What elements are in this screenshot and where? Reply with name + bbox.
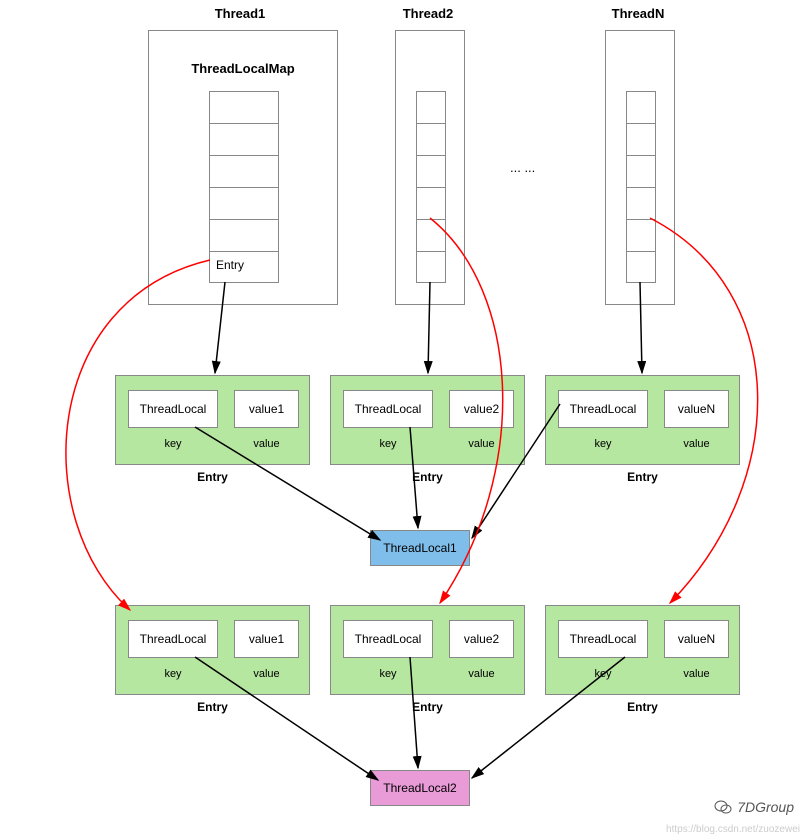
thread2-table xyxy=(416,91,446,283)
table-row-entry: Entry xyxy=(210,252,278,284)
value-box: value1 xyxy=(234,390,299,428)
table-row xyxy=(627,156,655,188)
entry-title-r1-2: Entry xyxy=(330,470,525,484)
value-sublabel: value xyxy=(234,438,299,450)
entry-box-r1-1: ThreadLocal value1 key value xyxy=(115,375,310,465)
threadlocal1-box: ThreadLocal1 xyxy=(370,530,470,566)
value-box: value2 xyxy=(449,620,514,658)
table-row xyxy=(210,188,278,220)
entry-title-r1-1: Entry xyxy=(115,470,310,484)
threadlocal-key-box: ThreadLocal xyxy=(128,620,218,658)
thread1-title: Thread1 xyxy=(200,6,280,21)
signature-text: 7DGroup xyxy=(737,799,794,815)
entry-box-r2-2: ThreadLocal value2 key value xyxy=(330,605,525,695)
table-row xyxy=(627,92,655,124)
wechat-icon xyxy=(713,797,733,817)
thread1-table: Entry xyxy=(209,91,279,283)
value-box: value2 xyxy=(449,390,514,428)
ellipsis: ... ... xyxy=(510,160,535,175)
threadn-table xyxy=(626,91,656,283)
entry-title-r2-3: Entry xyxy=(545,700,740,714)
key-sublabel: key xyxy=(558,438,648,450)
key-sublabel: key xyxy=(558,668,648,680)
table-row xyxy=(210,92,278,124)
signature: 7DGroup xyxy=(713,797,794,817)
value-box: value1 xyxy=(234,620,299,658)
threadn-title: ThreadN xyxy=(598,6,678,21)
value-sublabel: value xyxy=(234,668,299,680)
table-row xyxy=(417,124,445,156)
key-sublabel: key xyxy=(128,438,218,450)
table-row xyxy=(417,92,445,124)
table-row xyxy=(627,188,655,220)
entry-title-r2-2: Entry xyxy=(330,700,525,714)
table-row xyxy=(627,252,655,284)
value-box: valueN xyxy=(664,620,729,658)
table-row xyxy=(627,124,655,156)
entry-title-r2-1: Entry xyxy=(115,700,310,714)
value-sublabel: value xyxy=(664,438,729,450)
entry-box-r2-3: ThreadLocal valueN key value xyxy=(545,605,740,695)
entry-box-r1-2: ThreadLocal value2 key value xyxy=(330,375,525,465)
table-row xyxy=(210,220,278,252)
threadlocal-key-box: ThreadLocal xyxy=(343,620,433,658)
value-sublabel: value xyxy=(664,668,729,680)
thread2-title: Thread2 xyxy=(388,6,468,21)
entry-box-r1-3: ThreadLocal valueN key value xyxy=(545,375,740,465)
key-sublabel: key xyxy=(343,438,433,450)
thread2-box xyxy=(395,30,465,305)
threadlocal-key-box: ThreadLocal xyxy=(558,390,648,428)
table-row xyxy=(417,220,445,252)
entry-title-r1-3: Entry xyxy=(545,470,740,484)
threadlocalmap-label: ThreadLocalMap xyxy=(149,61,337,76)
table-row xyxy=(417,156,445,188)
threadlocal-key-box: ThreadLocal xyxy=(343,390,433,428)
key-sublabel: key xyxy=(128,668,218,680)
table-row xyxy=(210,124,278,156)
thread1-box: ThreadLocalMap Entry xyxy=(148,30,338,305)
table-row xyxy=(627,220,655,252)
threadlocal2-box: ThreadLocal2 xyxy=(370,770,470,806)
threadn-box xyxy=(605,30,675,305)
threadlocal-key-box: ThreadLocal xyxy=(128,390,218,428)
value-sublabel: value xyxy=(449,668,514,680)
table-row xyxy=(417,252,445,284)
table-row xyxy=(417,188,445,220)
entry-cell-label: Entry xyxy=(216,258,244,272)
key-sublabel: key xyxy=(343,668,433,680)
watermark: https://blog.csdn.net/zuozewei xyxy=(666,824,800,835)
table-row xyxy=(210,156,278,188)
value-sublabel: value xyxy=(449,438,514,450)
value-box: valueN xyxy=(664,390,729,428)
entry-box-r2-1: ThreadLocal value1 key value xyxy=(115,605,310,695)
threadlocal-key-box: ThreadLocal xyxy=(558,620,648,658)
